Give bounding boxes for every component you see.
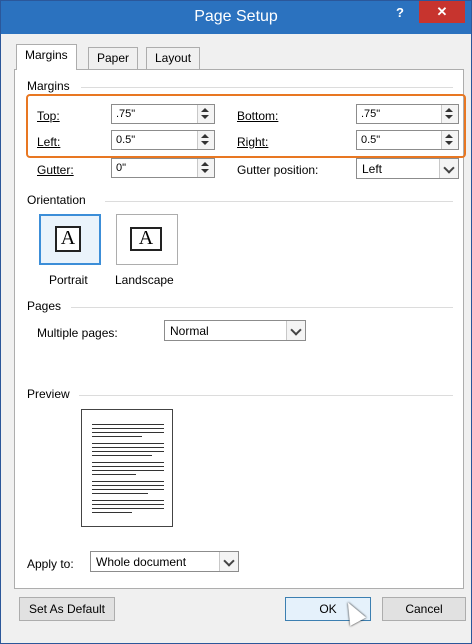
orientation-divider: [105, 201, 453, 202]
page-setup-dialog: Page Setup ? ✕ Margins Paper Layout Marg…: [0, 0, 472, 644]
spin-down-icon: [201, 141, 209, 145]
spin-down-icon: [201, 115, 209, 119]
dropdown-button[interactable]: [439, 159, 458, 178]
spin-up-icon: [201, 108, 209, 112]
bottom-margin-value: .75": [361, 108, 381, 120]
right-margin-input[interactable]: 0.5": [356, 130, 459, 150]
spin-down-icon: [445, 141, 453, 145]
preview-text-line: [92, 436, 142, 437]
help-button[interactable]: ?: [396, 5, 404, 20]
tab-layout[interactable]: Layout: [146, 47, 201, 69]
chevron-down-icon: [290, 324, 302, 336]
left-margin-value: 0.5": [116, 134, 136, 146]
title-bar: Page Setup ? ✕: [1, 1, 471, 34]
preview-text-line: [92, 428, 164, 429]
landscape-option[interactable]: A: [116, 214, 178, 265]
tab-paper[interactable]: Paper: [88, 47, 139, 69]
gutter-spinner[interactable]: [197, 159, 214, 177]
apply-to-select[interactable]: Whole document: [90, 551, 239, 572]
bottom-margin-input[interactable]: .75": [356, 104, 459, 124]
set-as-default-button[interactable]: Set As Default: [19, 597, 115, 621]
landscape-icon: A: [130, 227, 162, 251]
right-label: Right:: [237, 135, 269, 149]
gutter-position-label: Gutter position:: [237, 163, 319, 177]
preview-text-line: [92, 508, 164, 509]
portrait-label: Portrait: [49, 273, 88, 287]
close-button[interactable]: ✕: [419, 1, 465, 23]
top-margin-spinner[interactable]: [197, 105, 214, 123]
top-margin-input[interactable]: .75": [111, 104, 215, 124]
left-margin-spinner[interactable]: [197, 131, 214, 149]
portrait-option[interactable]: A: [39, 214, 101, 265]
spin-up-icon: [201, 162, 209, 166]
top-label: Top:: [37, 109, 60, 123]
orientation-section-title: Orientation: [27, 193, 86, 207]
preview-page: [81, 409, 173, 527]
preview-text-line: [92, 470, 164, 471]
pages-section-title: Pages: [27, 299, 62, 313]
preview-text-line: [92, 432, 164, 433]
dropdown-button[interactable]: [286, 321, 305, 340]
spin-up-icon: [201, 134, 209, 138]
multiple-pages-value: Normal: [170, 324, 209, 338]
chevron-down-icon: [443, 162, 455, 174]
bottom-margin-spinner[interactable]: [441, 105, 458, 123]
left-margin-input[interactable]: 0.5": [111, 130, 215, 150]
right-margin-spinner[interactable]: [441, 131, 458, 149]
spin-up-icon: [445, 108, 453, 112]
gutter-label: Gutter:: [37, 163, 74, 177]
preview-text-line: [92, 466, 164, 467]
preview-text-line: [92, 485, 164, 486]
top-margin-value: .75": [116, 108, 136, 120]
preview-text-line: [92, 500, 164, 501]
portrait-icon: A: [55, 226, 81, 252]
preview-text-line: [92, 489, 164, 490]
bottom-label: Bottom:: [237, 109, 279, 123]
spin-down-icon: [201, 169, 209, 173]
right-margin-value: 0.5": [361, 134, 381, 146]
dropdown-button[interactable]: [219, 552, 238, 571]
preview-text-line: [92, 443, 164, 444]
preview-text-line: [92, 474, 136, 475]
close-icon: ✕: [436, 4, 448, 19]
preview-text-line: [92, 447, 164, 448]
gutter-input[interactable]: 0": [111, 158, 215, 178]
gutter-position-select[interactable]: Left: [356, 158, 459, 179]
preview-text-line: [92, 493, 148, 494]
apply-to-label: Apply to:: [27, 557, 74, 571]
preview-text-line: [92, 455, 152, 456]
preview-text-line: [92, 462, 164, 463]
spin-down-icon: [445, 115, 453, 119]
tab-margins[interactable]: Margins: [16, 44, 77, 70]
multiple-pages-label: Multiple pages:: [37, 326, 118, 340]
landscape-label: Landscape: [115, 273, 174, 287]
preview-text-line: [92, 481, 164, 482]
preview-text-line: [92, 512, 132, 513]
preview-section-title: Preview: [27, 387, 70, 401]
spin-up-icon: [445, 134, 453, 138]
apply-to-value: Whole document: [96, 555, 187, 569]
preview-divider: [79, 395, 453, 396]
margins-section-title: Margins: [27, 79, 70, 93]
gutter-value: 0": [116, 162, 127, 174]
margins-divider: [81, 87, 453, 88]
preview-text-line: [92, 504, 164, 505]
multiple-pages-select[interactable]: Normal: [164, 320, 306, 341]
cancel-button[interactable]: Cancel: [382, 597, 466, 621]
preview-text-line: [92, 424, 164, 425]
gutter-position-value: Left: [362, 162, 383, 176]
left-label: Left:: [37, 135, 61, 149]
preview-text-line: [92, 451, 164, 452]
chevron-down-icon: [223, 555, 235, 567]
pages-divider: [71, 307, 453, 308]
